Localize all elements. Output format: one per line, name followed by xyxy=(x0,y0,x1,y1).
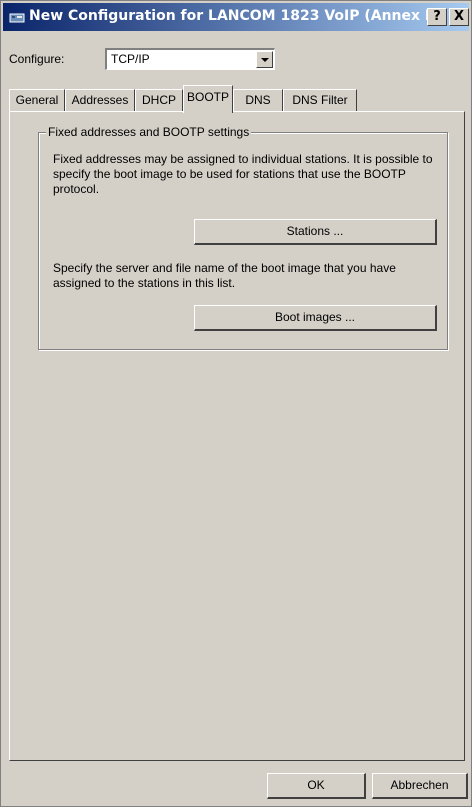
tab-bootp[interactable]: BOOTP xyxy=(183,85,233,113)
tab-addresses[interactable]: Addresses xyxy=(65,89,135,111)
configure-select[interactable]: TCP/IP xyxy=(105,48,275,70)
tab-dns[interactable]: DNS xyxy=(233,89,283,111)
window-title: New Configuration for LANCOM 1823 VoIP (… xyxy=(29,8,442,24)
tab-dhcp[interactable]: DHCP xyxy=(135,89,183,111)
tab-dns-filter[interactable]: DNS Filter xyxy=(283,89,357,111)
configure-label: Configure: xyxy=(9,52,65,66)
help-button[interactable]: ? xyxy=(427,8,447,26)
config-window: New Configuration for LANCOM 1823 VoIP (… xyxy=(0,0,472,807)
close-button[interactable]: X xyxy=(449,8,469,26)
boot-images-description: Specify the server and file name of the … xyxy=(53,261,396,290)
title-bar[interactable]: New Configuration for LANCOM 1823 VoIP (… xyxy=(3,3,469,31)
ok-button[interactable]: OK xyxy=(267,773,366,799)
boot-images-button[interactable]: Boot images ... xyxy=(194,305,437,331)
stations-description: Fixed addresses may be assigned to indiv… xyxy=(53,152,433,196)
tab-general[interactable]: General xyxy=(9,89,65,111)
chevron-down-icon[interactable] xyxy=(256,51,273,68)
cancel-button[interactable]: Abbrechen xyxy=(372,773,468,799)
stations-button[interactable]: Stations ... xyxy=(194,219,437,245)
configure-value: TCP/IP xyxy=(111,52,150,66)
app-icon xyxy=(9,9,25,25)
group-title: Fixed addresses and BOOTP settings xyxy=(46,125,252,139)
